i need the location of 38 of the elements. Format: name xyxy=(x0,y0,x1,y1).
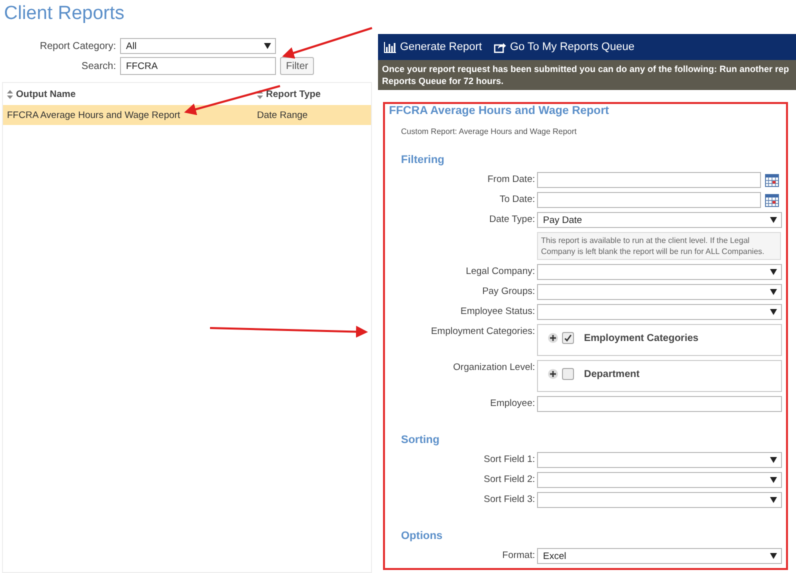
table-row[interactable]: FFCRA Average Hours and Wage Report Date Range xyxy=(3,105,371,125)
filter-button[interactable]: Filter xyxy=(280,57,314,75)
toolbar-button[interactable]: Go To My Reports Queue xyxy=(494,41,634,53)
table-cell: Date Range xyxy=(257,110,308,120)
field-label: Date Type: xyxy=(488,213,535,227)
field-label: Employee Status: xyxy=(460,305,535,319)
section-heading: Sorting xyxy=(400,433,440,448)
info-note: This report is available to run at the client level. If the Legal Company is left blank the report will be run for ALL Companies. xyxy=(537,232,781,260)
field-label: Organization Level: xyxy=(452,361,535,375)
section-heading: Filtering xyxy=(400,153,446,168)
field-label: From Date: xyxy=(486,173,535,187)
table-cell: FFCRA Average Hours and Wage Report xyxy=(7,110,180,120)
report-subtitle: Custom Report: Average Hours and Wage Report xyxy=(400,126,578,136)
dropdown[interactable]: Excel xyxy=(537,548,782,564)
section-heading: Options xyxy=(400,529,444,544)
field-label: Employee: xyxy=(489,397,535,411)
field-label: Report Category: xyxy=(38,40,116,52)
column-header[interactable]: Output Name xyxy=(16,88,76,100)
search-field[interactable]: FFCRA xyxy=(120,57,276,75)
report-title: FFCRA Average Hours and Wage Report xyxy=(389,105,610,117)
notice-text: Once your report request has been submitted you can do any of the following: Run another rep xyxy=(382,63,790,75)
field-label: Sort Field 1: xyxy=(482,453,535,467)
field-label: Employment Categories: xyxy=(430,325,535,339)
field-label: To Date: xyxy=(498,193,535,207)
tree-item-label[interactable]: Employment Categories xyxy=(584,332,698,344)
tree-item-label[interactable]: Department xyxy=(584,368,640,380)
field-label: Format: xyxy=(501,549,535,563)
toolbar-button[interactable]: Generate Report xyxy=(384,41,482,53)
field-label: Sort Field 2: xyxy=(482,473,535,487)
field-label: Sort Field 3: xyxy=(482,493,535,507)
field-label: Legal Company: xyxy=(464,265,535,279)
notice-text: Reports Queue for 72 hours. xyxy=(382,75,505,87)
field-label: Search: xyxy=(80,60,116,72)
dropdown[interactable]: Pay Date xyxy=(537,212,782,228)
column-header[interactable]: Report Type xyxy=(266,88,321,100)
category-dropdown[interactable]: All xyxy=(120,38,276,54)
field-label: Pay Groups: xyxy=(481,285,535,299)
page-title: Client Reports xyxy=(3,2,126,26)
